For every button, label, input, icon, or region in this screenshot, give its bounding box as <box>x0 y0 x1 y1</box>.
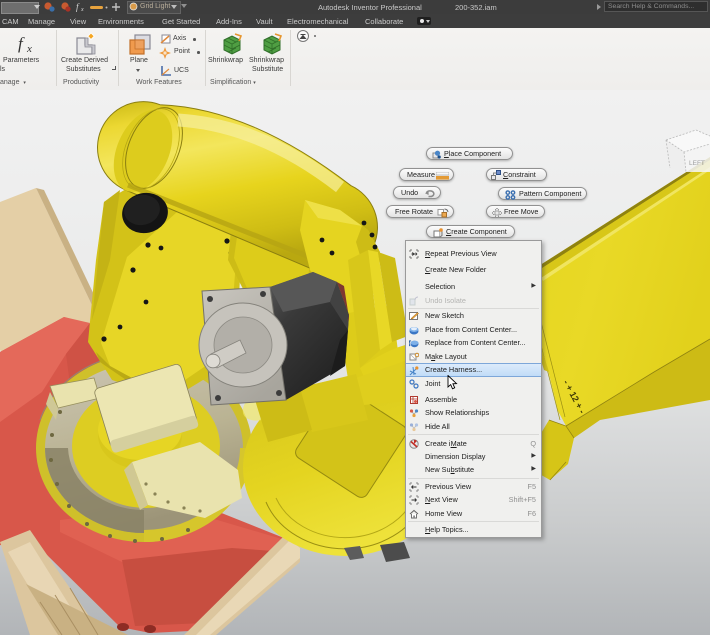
svg-text:x: x <box>26 43 32 55</box>
svg-text:f: f <box>18 34 25 53</box>
svg-text:x: x <box>80 7 84 13</box>
svg-text:LEFT: LEFT <box>689 160 705 167</box>
svg-text:f: f <box>76 2 80 12</box>
